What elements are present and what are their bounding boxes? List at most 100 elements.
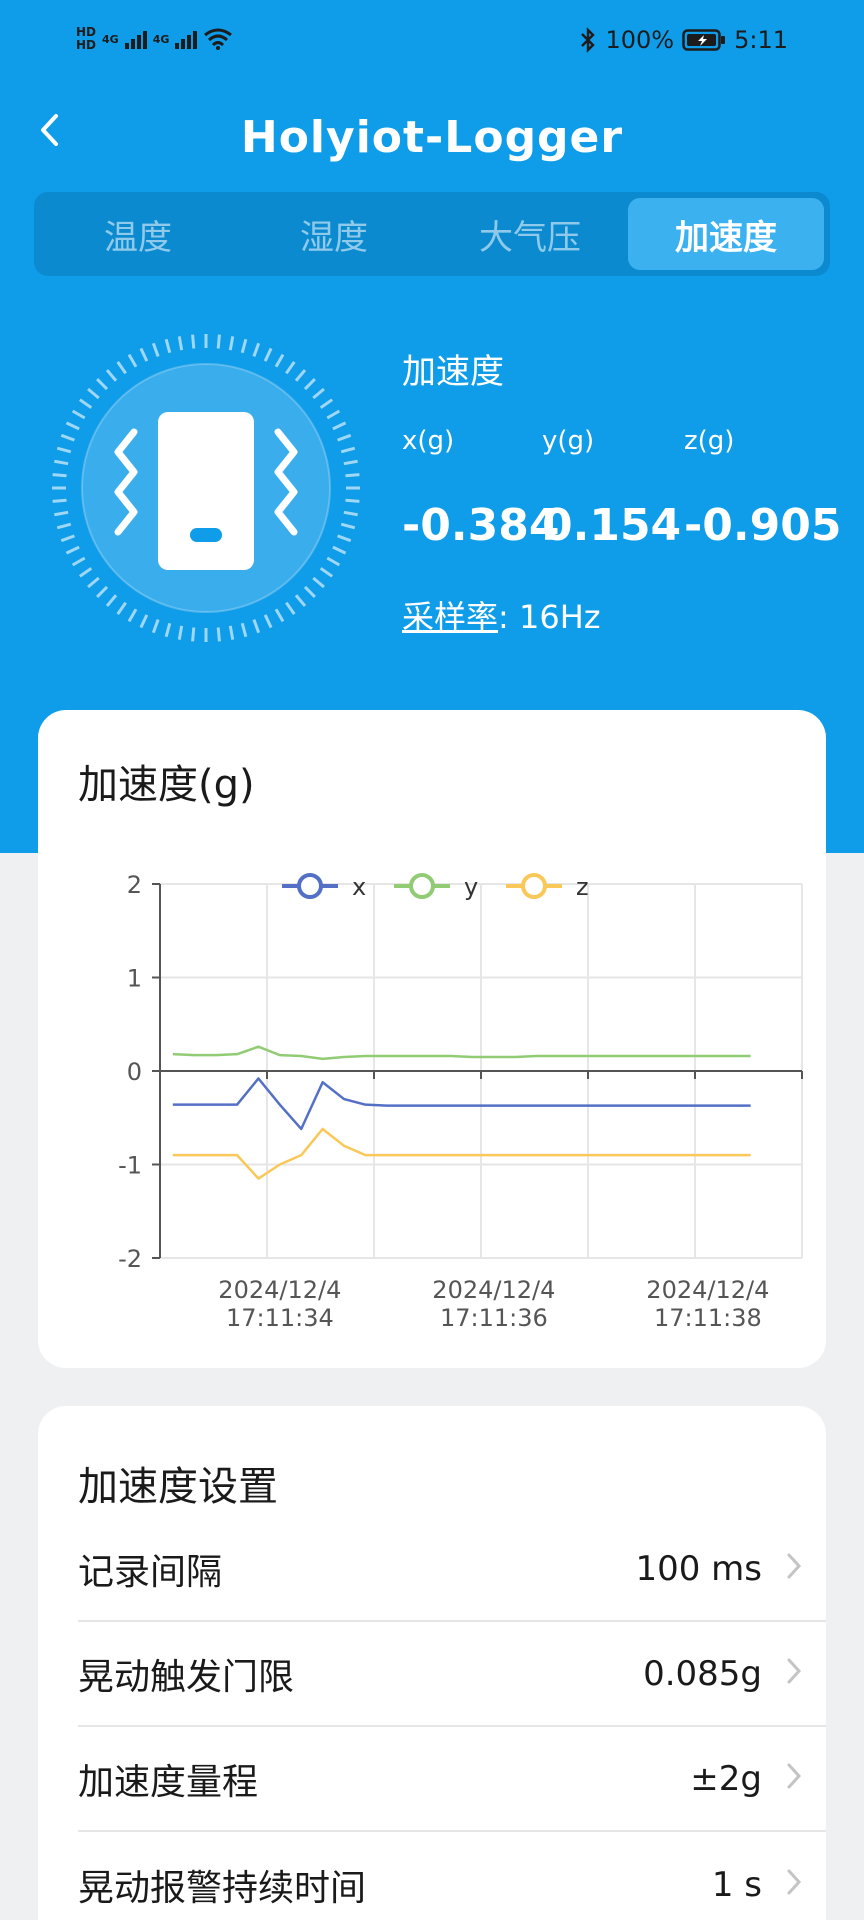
chart-card: 加速度(g) 2 1 0 -1 -2 2024/12/4 17:11:34 2024/12/4… — [38, 710, 826, 1368]
status-bar: HD HD 4G 4G 100% 5:11 — [0, 26, 864, 60]
setting-label: 加速度量程 — [78, 1761, 259, 1803]
dial-tick — [56, 522, 72, 530]
dial-tick — [294, 369, 307, 382]
dial-tick — [337, 433, 352, 442]
dial-tick — [312, 387, 325, 400]
clock: 5:11 — [734, 26, 788, 54]
dial-tick — [87, 387, 100, 400]
chevron-right-icon — [762, 1654, 826, 1694]
dial-tick — [105, 594, 118, 607]
dial-tick — [96, 378, 109, 391]
x-tick-label: 2024/12/4 — [432, 1276, 555, 1304]
dial-tick — [54, 510, 69, 517]
x-tick-label: 2024/12/4 — [646, 1276, 769, 1304]
dial-tick — [116, 601, 127, 616]
sample-rate: 采样率: 16Hz — [402, 592, 601, 638]
dial-tick — [228, 336, 235, 351]
tab-pressure[interactable]: 大气压 — [432, 198, 628, 270]
z-axis-label: z(g) — [684, 426, 735, 456]
battery-icon — [682, 29, 726, 51]
y-axis-label: y(g) — [542, 426, 595, 456]
dial-tick — [191, 627, 196, 642]
y-tick-label: 1 — [127, 965, 142, 993]
setting-row-shake-threshold[interactable]: 晃动触发门限 0.085g — [78, 1622, 826, 1727]
dial-tick — [54, 459, 69, 466]
dial-tick — [177, 336, 184, 351]
dial-tick — [343, 459, 358, 466]
dial-tick — [60, 433, 75, 442]
sample-rate-link[interactable]: 采样率 — [402, 598, 498, 636]
dial-tick — [303, 585, 316, 598]
dial-tick — [312, 576, 325, 589]
dial-tick — [127, 353, 138, 368]
legend-marker-z — [521, 873, 547, 899]
setting-label: 记录间隔 — [78, 1551, 223, 1593]
dial-tick — [285, 360, 296, 375]
y-tick-label: 2 — [127, 871, 142, 899]
x-axis-label: x(g) — [402, 426, 455, 456]
dial-tick — [164, 622, 172, 638]
y-tick-label: -2 — [118, 1245, 142, 1273]
dial-tick — [96, 585, 109, 598]
dial-tick — [87, 576, 100, 589]
z-value: -0.905 — [684, 500, 842, 551]
setting-label: 晃动触发门限 — [78, 1656, 295, 1698]
dial-tick — [65, 421, 80, 431]
dial-tick — [274, 608, 285, 623]
dial-tick — [60, 534, 75, 543]
dial-tick — [332, 545, 347, 555]
dial-tick — [337, 534, 352, 543]
page-title: Holyiot-Logger — [240, 112, 624, 163]
network-type-1: 4G — [102, 32, 119, 46]
dial-tick — [78, 567, 93, 578]
dial-tick — [240, 622, 248, 638]
dial-tick — [216, 627, 221, 642]
dial-tick — [345, 473, 360, 478]
x-tick-label: 2024/12/4 — [218, 1276, 341, 1304]
dial-tick — [151, 619, 160, 634]
series-line-z — [172, 1127, 751, 1180]
dial-tick — [240, 338, 248, 354]
dial-tick — [65, 545, 80, 555]
battery-percent: 100% — [605, 26, 675, 54]
dial-tick — [343, 510, 358, 517]
dial-tick — [177, 625, 184, 640]
chevron-right-icon — [762, 1549, 826, 1589]
dial-tick — [52, 473, 67, 478]
dial-tick — [326, 409, 341, 420]
dial-tick — [71, 556, 86, 567]
hd-indicator: HD HD — [76, 25, 97, 52]
setting-value: 0.085g — [643, 1653, 762, 1694]
legend-label-x: x — [352, 873, 366, 901]
dial-tick — [228, 625, 235, 640]
dial-tick — [263, 347, 273, 362]
dial-tick — [345, 498, 360, 503]
chevron-right-icon — [762, 1865, 826, 1905]
dial-tick — [326, 556, 341, 567]
sensor-label: 加速度 — [402, 352, 504, 392]
setting-row-alarm-duration[interactable]: 晃动报警持续时间 1 s — [78, 1832, 826, 1920]
signal-icon-1 — [124, 29, 147, 49]
dial-tick — [263, 614, 273, 629]
dial-tick — [191, 334, 196, 349]
tab-temperature[interactable]: 温度 — [40, 198, 236, 270]
dial-tick — [252, 342, 261, 357]
chevron-right-icon — [762, 1759, 826, 1799]
dial-tick — [340, 522, 356, 530]
x-value: -0.384 — [402, 500, 560, 551]
setting-value: 100 ms — [635, 1548, 762, 1589]
dial-tick — [252, 619, 261, 634]
tab-acceleration[interactable]: 加速度 — [628, 198, 824, 270]
setting-row-acceleration-range[interactable]: 加速度量程 ±2g — [78, 1727, 826, 1832]
dial-tick — [127, 608, 138, 623]
dial-tick — [105, 369, 118, 382]
y-value: 0.154 — [542, 500, 682, 551]
dial-tick — [303, 378, 316, 391]
dial-tick — [216, 334, 221, 349]
signal-icon-2 — [175, 29, 198, 49]
tab-humidity[interactable]: 湿度 — [236, 198, 432, 270]
legend-label-z: z — [576, 873, 589, 901]
setting-row-record-interval[interactable]: 记录间隔 100 ms — [78, 1517, 826, 1622]
x-tick-label: 17:11:38 — [654, 1304, 762, 1332]
dial-tick — [340, 446, 356, 454]
